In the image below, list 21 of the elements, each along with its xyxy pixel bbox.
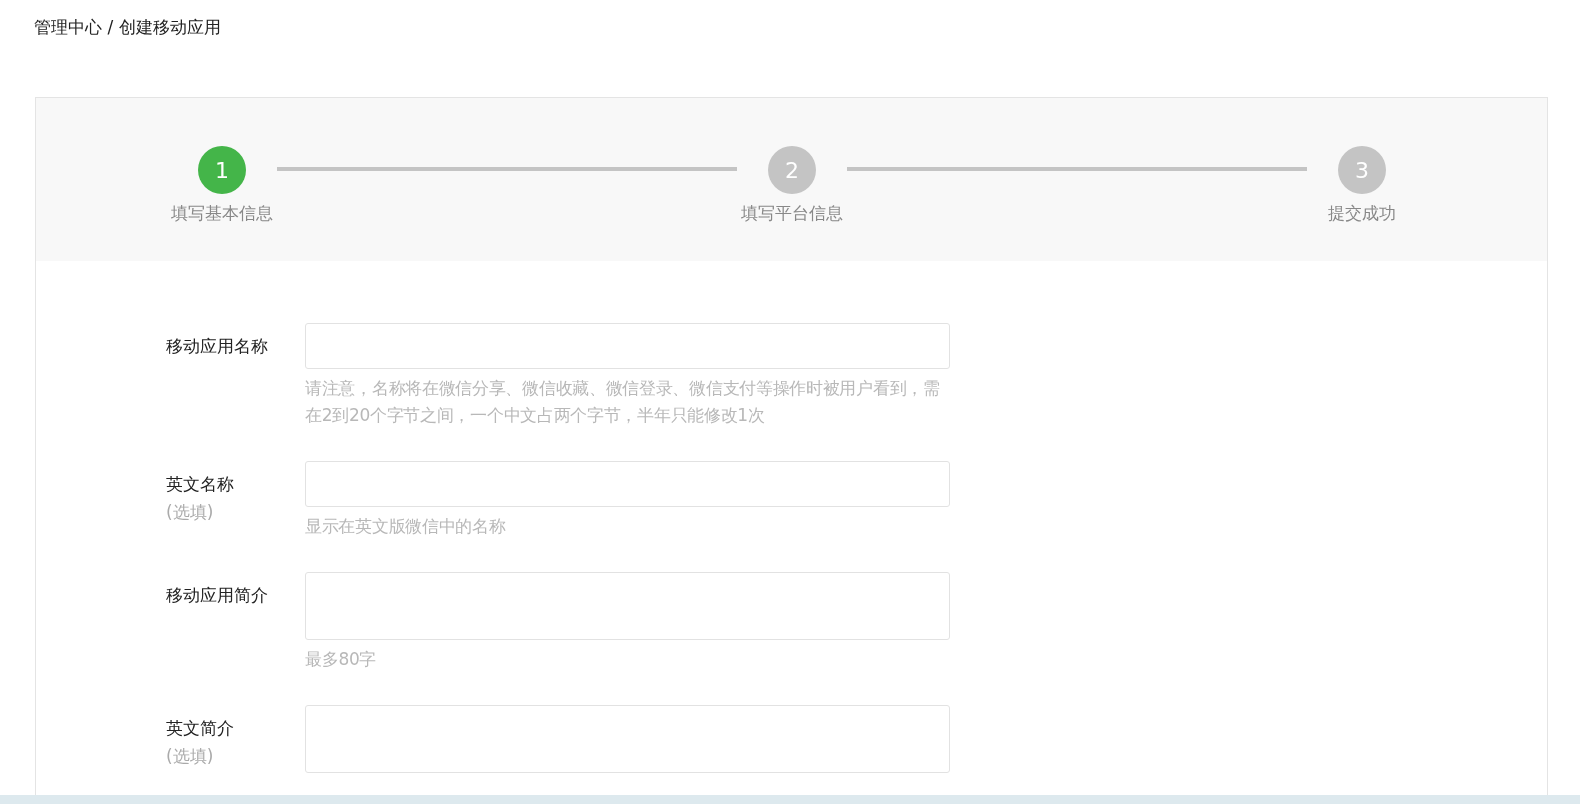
optional-note: (选填) [166, 745, 215, 768]
field-label: 英文简介 [166, 717, 235, 740]
optional-note: (选填) [166, 501, 215, 524]
step-label: 填写基本信息 [171, 202, 273, 225]
horizontal-scrollbar[interactable] [0, 795, 1580, 804]
field-label: 英文名称 [166, 473, 235, 496]
textarea-field[interactable] [305, 572, 950, 640]
step-number: 1 [198, 146, 246, 194]
breadcrumb: 管理中心 / 创建移动应用 [34, 16, 221, 39]
field-label: 移动应用名称 [166, 335, 269, 358]
step-label: 提交成功 [1328, 202, 1396, 225]
field-label: 移动应用简介 [166, 584, 269, 607]
input-field[interactable] [305, 461, 950, 507]
step-number: 3 [1338, 146, 1386, 194]
field-hint: 请注意，名称将在微信分享、微信收藏、微信登录、微信支付等操作时被用户看到，需在2到20个字节之间，一个中文占两个字节，半年只能修改1次 [305, 377, 941, 427]
input-field[interactable] [305, 323, 950, 369]
textarea-field[interactable] [305, 705, 950, 773]
step-label: 填写平台信息 [741, 202, 843, 225]
field-hint: 最多80字 [305, 648, 378, 671]
field-hint: 显示在英文版微信中的名称 [305, 515, 507, 538]
step-number: 2 [768, 146, 816, 194]
